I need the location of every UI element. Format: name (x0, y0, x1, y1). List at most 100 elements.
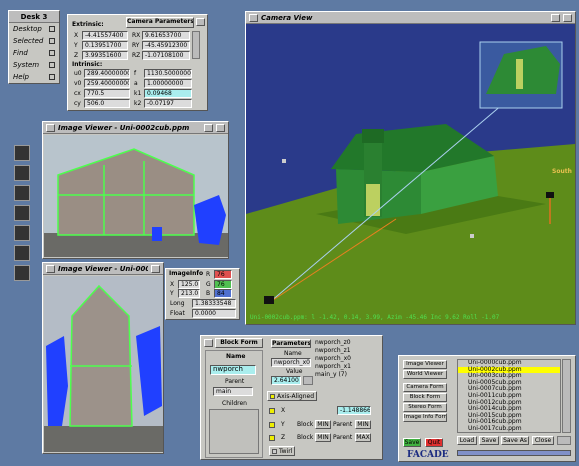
param-rot-field[interactable]: -45.45912300 (142, 41, 190, 50)
file-list-item[interactable]: Uni-0017cub.ppm (458, 425, 560, 432)
x-value-field[interactable]: 125.0 (178, 280, 200, 289)
intrinsic-label-a: u0 (74, 70, 82, 77)
axis-aligned-toggle[interactable]: Axis-Aligned (267, 391, 317, 401)
desk-items: Desktop Selected Find System Help (9, 23, 59, 83)
intrinsic-value-a[interactable]: 289.40000000 (84, 69, 130, 78)
axis-aligned-check (270, 393, 275, 399)
file-list-scrollbar[interactable] (562, 359, 571, 433)
parameter-list-item[interactable]: nwporch_z1 (315, 347, 377, 355)
tool-icon[interactable] (14, 225, 30, 241)
minimize-icon[interactable] (551, 13, 560, 22)
facade-form-button[interactable]: Image Info Form (403, 413, 447, 422)
facade-logo: FACADE (407, 450, 449, 460)
block-form-menu-icon[interactable] (204, 339, 213, 347)
x-axis-value[interactable]: -1.148866 (337, 406, 371, 415)
intrinsic-value-b[interactable]: 1130.50000000 (144, 69, 192, 78)
y-radio[interactable] (269, 422, 275, 428)
window-menu-icon[interactable] (46, 123, 55, 132)
twirl-button[interactable]: Twirl (269, 446, 295, 456)
y-min-button[interactable]: MIN (315, 420, 331, 429)
param-value-field[interactable]: 0.13951700 (82, 41, 128, 50)
param-value-field[interactable]: -4.41557400 (82, 31, 128, 40)
desk-menu-item[interactable]: System (9, 59, 59, 71)
z-min-button[interactable]: MIN (315, 433, 331, 442)
param-value-field[interactable]: 3.99351600 (82, 51, 128, 60)
long-value: 1.38333548 (192, 299, 236, 308)
load-button[interactable]: Load (457, 436, 477, 445)
param-value-slider[interactable] (303, 376, 313, 385)
intrinsic-value-a[interactable]: 259.40000000 (84, 79, 130, 88)
extrinsic-scrollbar[interactable] (192, 31, 200, 59)
tool-icon[interactable] (14, 185, 30, 201)
intrinsic-value-a[interactable]: 770.5 (84, 89, 130, 98)
x-row: X -1.148866 (267, 406, 379, 417)
y-row: Y Block MIN Parent MIN (267, 420, 379, 431)
block-form-title[interactable]: Block Form (215, 338, 263, 348)
param-value-field[interactable]: 2.64100 (271, 376, 301, 385)
desk-menu-item[interactable]: Find (9, 47, 59, 59)
intrinsic-value-a[interactable]: 506.0 (84, 99, 130, 108)
tower-top (362, 129, 384, 143)
parameters-button[interactable]: Parameters (271, 339, 311, 348)
3d-scene[interactable] (246, 24, 575, 324)
camera-close-icon[interactable] (196, 18, 205, 26)
intrinsic-label: Intrinsic: (72, 61, 103, 68)
tool-icon[interactable] (14, 265, 30, 281)
list-arrows-icon[interactable] (557, 436, 571, 445)
desk-title: Desk 3 (9, 11, 59, 23)
tool-icon[interactable] (14, 205, 30, 221)
intrinsic-value-b[interactable]: -0.07197 (144, 99, 192, 108)
facade-form-button[interactable]: World Viewer (403, 370, 447, 379)
parent-field[interactable]: main (213, 387, 253, 396)
minimize-icon[interactable] (204, 123, 213, 132)
z-axis-label: Z (281, 434, 286, 441)
y-min2-button[interactable]: MIN (355, 420, 371, 429)
parameter-list-item[interactable]: nwporch_x0 (315, 355, 377, 363)
file-list[interactable]: Uni-0000cub.ppm Uni-0002cub.ppm Uni-0003cu… (457, 359, 561, 433)
param-name-field[interactable]: nwporch_x0 (271, 358, 311, 367)
window-menu-icon[interactable] (46, 264, 55, 273)
facade-form-button[interactable]: Image Viewer (403, 360, 447, 369)
tool-icon[interactable] (14, 245, 30, 261)
intrinsic-value-b[interactable]: 0.09468 (144, 89, 192, 98)
facade-form-button[interactable]: Stereo Form (403, 403, 447, 412)
param-value-label: Value (286, 368, 303, 375)
viewer1-image[interactable] (44, 135, 228, 257)
facade-form-button[interactable]: Block Form (403, 393, 447, 402)
desk-menu-item[interactable]: Help (9, 71, 59, 83)
intrinsic-value-b[interactable]: 1.00000000 (144, 79, 192, 88)
parent-label: Parent (225, 378, 245, 385)
facade-form-button[interactable]: Camera Form (403, 383, 447, 392)
z-radio[interactable] (269, 435, 275, 441)
parameter-list-item[interactable]: nwporch_x1 (315, 363, 377, 371)
maximize-icon[interactable] (563, 13, 572, 22)
minimize-icon[interactable] (151, 264, 160, 273)
window-menu-icon[interactable] (249, 13, 258, 22)
save-as-button[interactable]: Save As (501, 436, 529, 445)
viewer2-image[interactable] (44, 276, 163, 452)
camera-status-line: Uni-0002cub.ppm: l -1.42, 0.14, 3.99, Az… (250, 314, 500, 321)
z-max-button[interactable]: MAX (355, 433, 371, 442)
children-list[interactable] (209, 409, 259, 454)
desk-menu-item-label: Help (13, 73, 29, 81)
param-rot-field[interactable]: 9.61653700 (142, 31, 190, 40)
x-radio[interactable] (269, 408, 275, 414)
parameter-list-item[interactable]: nwporch_z0 (315, 339, 377, 347)
close-button[interactable]: Close (532, 436, 554, 445)
twirl-label: Twirl (279, 447, 293, 455)
block-name-field[interactable]: nwporch (210, 365, 256, 375)
desk-menu-item[interactable]: Selected (9, 35, 59, 47)
param-rot-label: RZ (132, 52, 141, 59)
maximize-icon[interactable] (216, 123, 225, 132)
camera-parameters-title[interactable]: Camera Parameters (126, 17, 194, 28)
param-rot-field[interactable]: -1.07108100 (142, 51, 190, 60)
quit-button[interactable]: Quit (425, 438, 443, 447)
desk-menu-item[interactable]: Desktop (9, 23, 59, 35)
y-value-field[interactable]: 213.0 (178, 289, 200, 298)
tool-icon[interactable] (14, 145, 30, 161)
axis-aligned-label: Axis-Aligned (277, 392, 315, 400)
parameter-list-item[interactable]: main_y (7) (315, 371, 377, 379)
save-button[interactable]: Save (403, 438, 421, 447)
tool-icon[interactable] (14, 165, 30, 181)
save2-button[interactable]: Save (479, 436, 499, 445)
